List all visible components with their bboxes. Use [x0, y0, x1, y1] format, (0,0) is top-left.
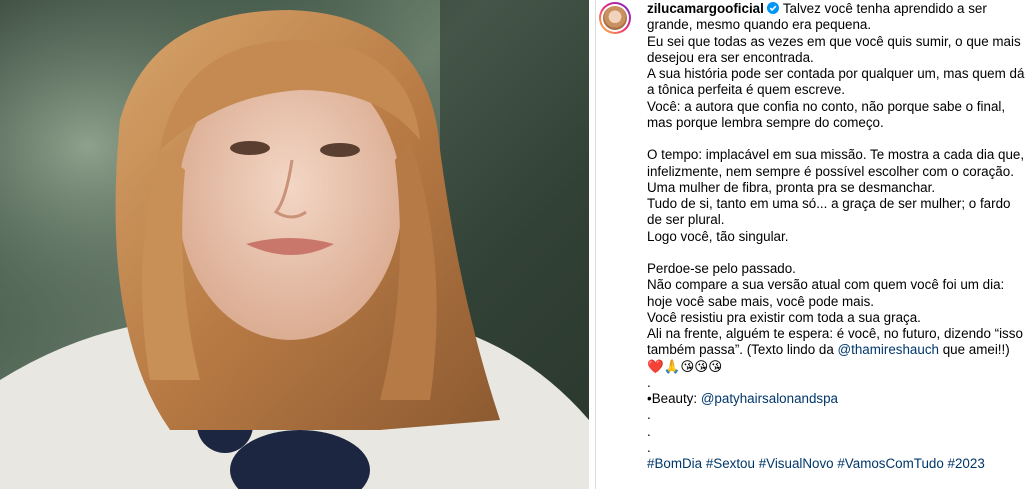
post-photo	[0, 0, 589, 489]
profile-avatar[interactable]	[599, 2, 631, 34]
dots: . . .	[647, 407, 651, 455]
mention-link[interactable]: @thamireshauch	[838, 342, 939, 357]
woman-portrait-image	[0, 0, 589, 489]
hashtag-link[interactable]: #Sextou	[706, 456, 755, 471]
post-caption-panel: zilucamargooficial Talvez você tenha apre…	[596, 0, 1026, 489]
hashtag-link[interactable]: #VisualNovo	[759, 456, 834, 471]
caption-text: zilucamargooficial Talvez você tenha apre…	[647, 1, 1026, 472]
caption-body: Talvez você tenha aprendido a ser grande…	[647, 1, 1025, 358]
hashtag-link[interactable]: #2023	[948, 456, 985, 471]
avatar-ring	[601, 4, 629, 32]
beauty-label: . •Beauty:	[647, 374, 698, 406]
avatar-photo	[603, 6, 627, 30]
caption-body-after: que amei!!)	[938, 342, 1010, 358]
verified-badge-icon	[766, 2, 779, 14]
emoji-row: ❤️🙏😘😘😘	[647, 358, 723, 374]
hashtag-link[interactable]: #BomDia	[647, 456, 702, 471]
hashtag-link[interactable]: #VamosComTudo	[837, 456, 943, 471]
username-link[interactable]: zilucamargooficial	[647, 1, 764, 16]
mention-link[interactable]: @patyhairsalonandspa	[701, 391, 838, 406]
